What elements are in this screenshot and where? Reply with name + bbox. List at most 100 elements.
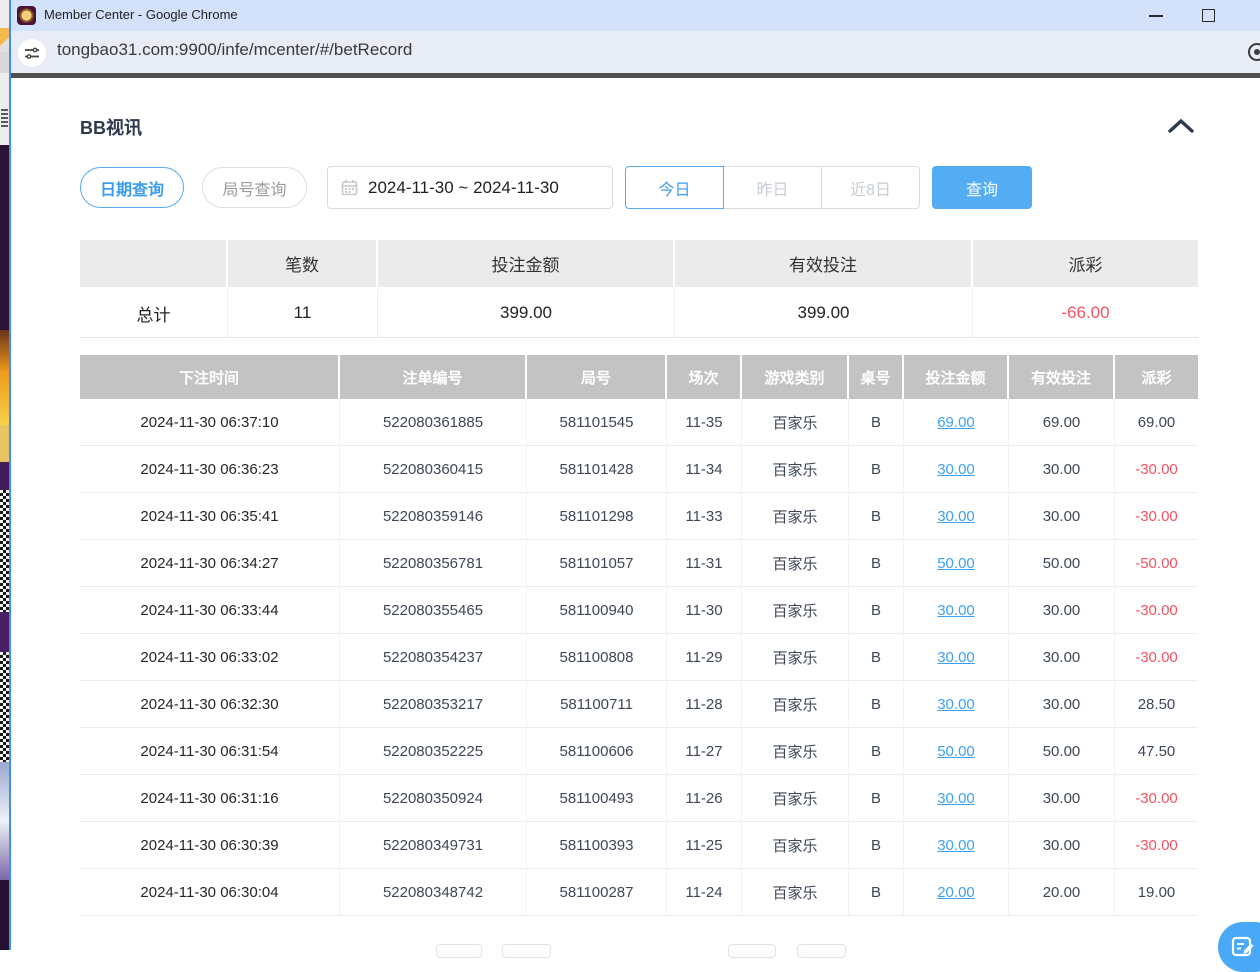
col-header-valid: 有效投注 [1009,355,1115,399]
cell-bet[interactable]: 50.00 [904,540,1009,586]
table-row: 2024-11-30 06:33:44522080355465581100940… [80,587,1198,634]
cell-bet[interactable]: 30.00 [904,822,1009,868]
cell-valid: 30.00 [1009,493,1115,539]
cell-payout: -50.00 [1115,540,1198,586]
col-header-time: 下注时间 [80,355,340,399]
summary-count-value: 11 [228,289,378,338]
pagination-button[interactable] [436,944,482,958]
table-row: 2024-11-30 06:36:23522080360415581101428… [80,446,1198,493]
col-header-session: 场次 [667,355,742,399]
cell-bet[interactable]: 30.00 [904,493,1009,539]
pagination-button[interactable] [502,944,551,958]
cell-game: 百家乐 [742,681,849,727]
cell-bet[interactable]: 30.00 [904,775,1009,821]
cell-time: 2024-11-30 06:36:23 [80,446,340,492]
col-header-order: 注单编号 [340,355,527,399]
cell-bet[interactable]: 20.00 [904,869,1009,915]
cell-bet[interactable]: 30.00 [904,681,1009,727]
table-row: 2024-11-30 06:30:39522080349731581100393… [80,822,1198,869]
cell-session: 11-35 [667,399,742,445]
url-text[interactable]: tongbao31.com:9900/infe/mcenter/#/betRec… [57,40,412,60]
site-settings-button[interactable] [18,39,46,67]
date-query-tab[interactable]: 日期查询 [80,167,184,208]
cell-game: 百家乐 [742,587,849,633]
cell-payout: -30.00 [1115,587,1198,633]
cell-round_no: 581100393 [527,822,667,868]
cell-session: 11-28 [667,681,742,727]
cell-order_no: 522080352225 [340,728,527,774]
yesterday-button[interactable]: 昨日 [723,166,822,209]
cell-round_no: 581100808 [527,634,667,680]
cell-bet[interactable]: 50.00 [904,728,1009,774]
table-row: 2024-11-30 06:34:27522080356781581101057… [80,540,1198,587]
cell-bet[interactable]: 69.00 [904,399,1009,445]
cell-round_no: 581101057 [527,540,667,586]
minimize-button[interactable] [1141,0,1171,31]
cell-valid: 30.00 [1009,822,1115,868]
page-content: BB视讯 日期查询 局号查询 2024-11-30 ~ 2024-11-30 今… [11,78,1260,950]
feedback-button[interactable] [1218,922,1260,972]
table-row: 2024-11-30 06:31:54522080352225581100606… [80,728,1198,775]
close-button[interactable]: ✕ [1254,0,1260,31]
table-row: 2024-11-30 06:32:30522080353217581100711… [80,681,1198,728]
cell-payout: -30.00 [1115,775,1198,821]
cell-valid: 50.00 [1009,540,1115,586]
strip-text-fragment [1,109,8,127]
cell-order_no: 522080361885 [340,399,527,445]
summary-valid-value: 399.00 [675,289,973,338]
pagination-button[interactable] [728,944,776,958]
cell-table_no: B [849,728,904,774]
col-header-game: 游戏类别 [742,355,849,399]
app-favicon-icon [17,6,36,25]
cell-valid: 30.00 [1009,446,1115,492]
cell-table_no: B [849,869,904,915]
cell-session: 11-34 [667,446,742,492]
date-range-input[interactable]: 2024-11-30 ~ 2024-11-30 [327,166,613,209]
cell-round_no: 581100940 [527,587,667,633]
qr-code-fragment [0,490,9,612]
calendar-icon [341,179,358,196]
pagination-button[interactable] [797,944,846,958]
cell-order_no: 522080356781 [340,540,527,586]
cell-time: 2024-11-30 06:35:41 [80,493,340,539]
table-row: 2024-11-30 06:35:41522080359146581101298… [80,493,1198,540]
cell-round_no: 581101545 [527,399,667,445]
cell-session: 11-27 [667,728,742,774]
cell-order_no: 522080350924 [340,775,527,821]
strip-segment [0,73,9,145]
cell-round_no: 581100287 [527,869,667,915]
chevron-up-icon[interactable] [1167,118,1195,134]
strip-segment [0,762,9,880]
cell-bet[interactable]: 30.00 [904,634,1009,680]
target-icon[interactable] [1248,43,1260,61]
cell-session: 11-29 [667,634,742,680]
cell-time: 2024-11-30 06:33:02 [80,634,340,680]
cell-time: 2024-11-30 06:32:30 [80,681,340,727]
window-title: Member Center - Google Chrome [44,7,238,22]
strip-segment [0,612,9,652]
cell-bet[interactable]: 30.00 [904,587,1009,633]
cell-time: 2024-11-30 06:30:04 [80,869,340,915]
cell-table_no: B [849,775,904,821]
cell-bet[interactable]: 30.00 [904,446,1009,492]
col-header-table: 桌号 [849,355,904,399]
cell-payout: 28.50 [1115,681,1198,727]
last8days-button[interactable]: 近8日 [821,166,920,209]
strip-segment [0,28,9,52]
round-query-tab[interactable]: 局号查询 [202,167,307,208]
browser-address-bar[interactable]: tongbao31.com:9900/infe/mcenter/#/betRec… [11,31,1260,73]
cell-round_no: 581100606 [527,728,667,774]
cell-time: 2024-11-30 06:30:39 [80,822,340,868]
cell-game: 百家乐 [742,634,849,680]
maximize-button[interactable] [1194,0,1224,31]
col-header-payout: 派彩 [1115,355,1198,399]
cell-payout: -30.00 [1115,634,1198,680]
summary-bet-value: 399.00 [378,289,675,338]
cell-round_no: 581100711 [527,681,667,727]
search-button[interactable]: 查询 [932,166,1032,209]
cell-table_no: B [849,822,904,868]
cell-session: 11-26 [667,775,742,821]
today-button[interactable]: 今日 [625,166,724,209]
minimize-icon [1149,15,1163,17]
edit-note-icon [1231,935,1255,959]
